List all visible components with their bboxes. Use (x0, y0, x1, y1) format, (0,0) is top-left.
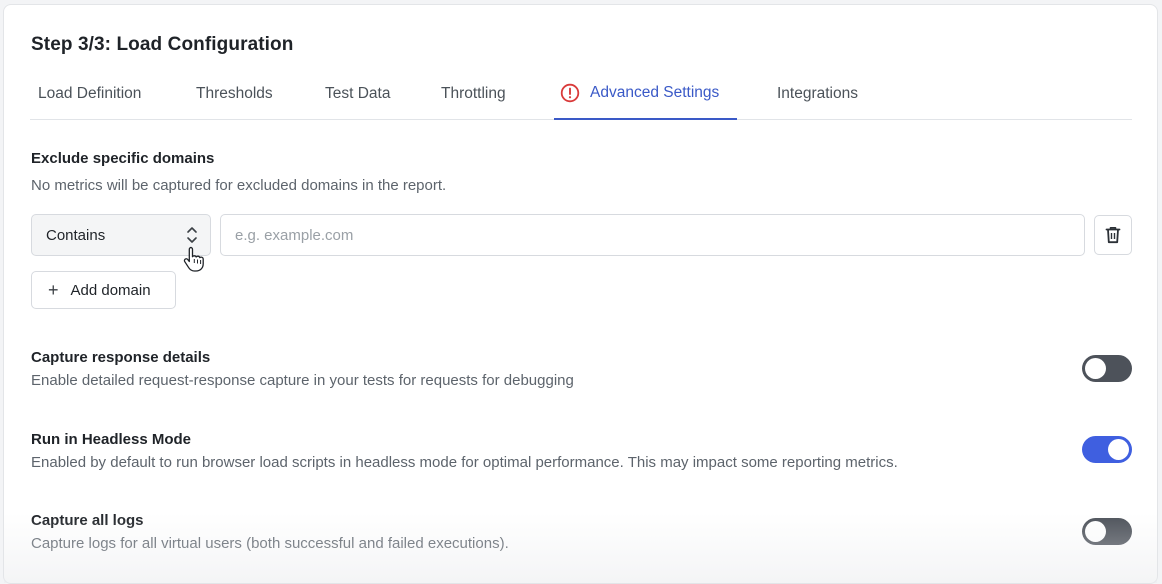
capture-response-title: Capture response details (31, 349, 211, 366)
tab-label: Advanced Settings (590, 84, 720, 101)
capture-response-description: Enable detailed request-response capture… (31, 372, 574, 389)
settings-tabs: Load Definition Thresholds Test Data Thr… (30, 68, 1132, 120)
domain-input[interactable] (220, 214, 1085, 256)
delete-domain-button[interactable] (1094, 215, 1132, 255)
toggle-knob (1108, 439, 1129, 460)
add-domain-button[interactable]: + Add domain (31, 271, 176, 309)
exclude-domains-description: No metrics will be captured for excluded… (31, 177, 447, 194)
trash-icon (1105, 227, 1121, 244)
tab-label: Integrations (777, 84, 858, 102)
headless-mode-toggle[interactable] (1082, 436, 1132, 463)
capture-response-toggle[interactable] (1082, 355, 1132, 382)
exclude-domains-title: Exclude specific domains (31, 150, 215, 167)
tab-thresholds[interactable]: Thresholds (192, 68, 277, 119)
capture-logs-title: Capture all logs (31, 512, 144, 529)
tab-integrations[interactable]: Integrations (773, 68, 862, 119)
plus-icon: + (48, 280, 59, 300)
chevron-up-down-icon (187, 227, 197, 243)
toggle-knob (1085, 521, 1106, 542)
alert-circle-icon (560, 83, 580, 103)
hand-pointer-cursor-icon (183, 246, 204, 272)
tab-advanced-settings[interactable]: Advanced Settings (554, 68, 737, 120)
capture-logs-toggle[interactable] (1082, 518, 1132, 545)
tab-label: Test Data (325, 84, 391, 102)
tab-label: Load Definition (38, 84, 142, 102)
tab-label: Thresholds (196, 84, 273, 102)
toggle-knob (1085, 358, 1106, 379)
tab-load-definition[interactable]: Load Definition (34, 68, 145, 119)
add-domain-label: Add domain (70, 281, 151, 299)
match-type-value: Contains (46, 226, 106, 244)
capture-logs-description: Capture logs for all virtual users (both… (31, 535, 509, 552)
headless-mode-description: Enabled by default to run browser load s… (31, 454, 898, 471)
load-configuration-card: Step 3/3: Load Configuration Load Defini… (3, 4, 1158, 584)
page-title: Step 3/3: Load Configuration (31, 34, 294, 55)
tab-label: Throttling (441, 84, 506, 102)
tab-throttling[interactable]: Throttling (437, 68, 510, 119)
headless-mode-title: Run in Headless Mode (31, 431, 192, 448)
tab-test-data[interactable]: Test Data (321, 68, 394, 119)
